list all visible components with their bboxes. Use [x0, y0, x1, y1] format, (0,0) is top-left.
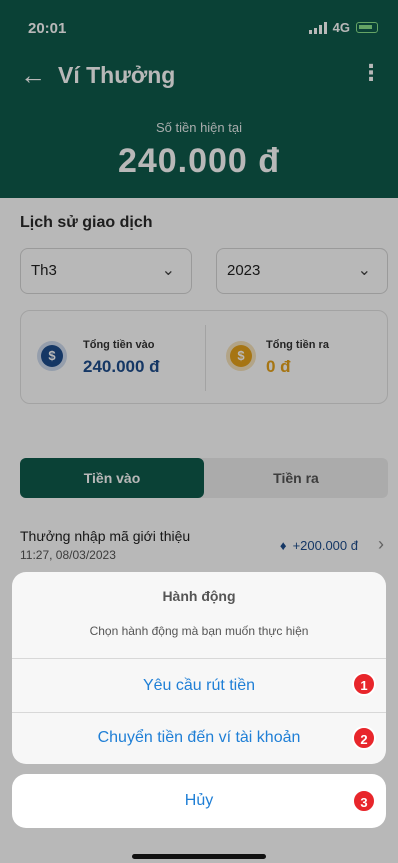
transfer-to-account-wallet-button[interactable]: Chuyển tiền đến ví tài khoản [12, 712, 386, 764]
cancel-button[interactable]: Hủy 3 [12, 774, 386, 828]
step-badge: 2 [352, 726, 376, 750]
action-sheet-subtitle: Chọn hành động mà bạn muốn thực hiện [89, 624, 309, 638]
cancel-label: Hủy [184, 792, 214, 809]
step-badge: 1 [352, 672, 376, 696]
home-indicator [132, 854, 266, 859]
action-sheet: Hành động Chọn hành động mà bạn muốn thự… [12, 572, 386, 764]
divider [12, 658, 386, 659]
action-sheet-title: Hành động [162, 588, 236, 604]
step-badge: 3 [352, 789, 376, 813]
withdraw-request-button[interactable]: Yêu cầu rút tiền [12, 660, 386, 712]
